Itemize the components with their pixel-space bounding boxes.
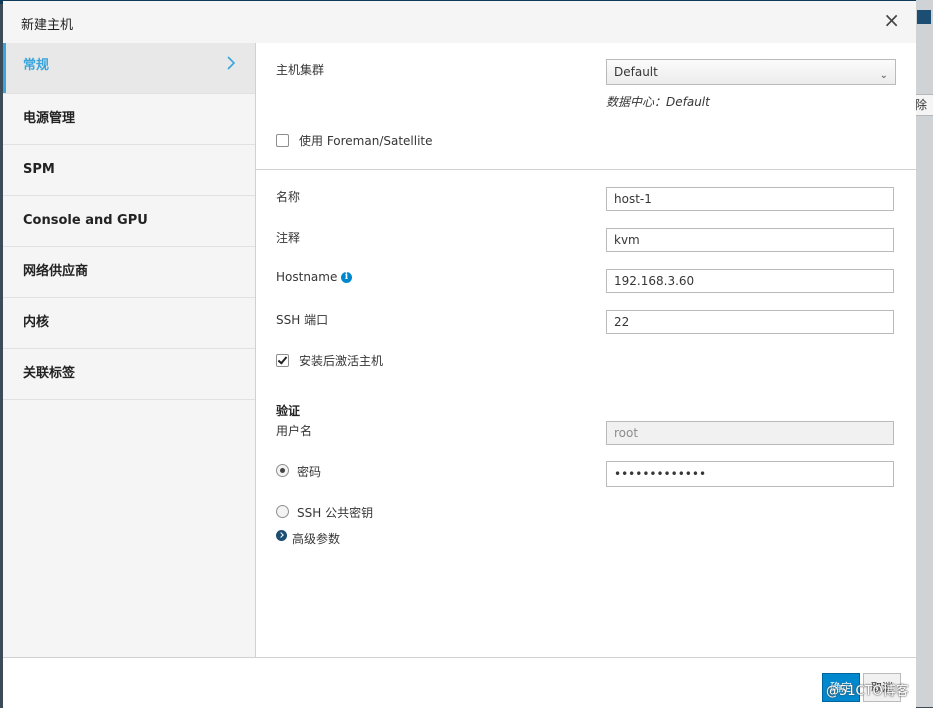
comment-input[interactable]	[606, 228, 894, 252]
sidebar-item-label: 关联标签	[23, 366, 76, 381]
sidebar-item-kernel[interactable]: 内核	[3, 298, 255, 349]
activate-after-install-checkbox[interactable]	[276, 354, 289, 367]
ssh-port-input[interactable]	[606, 310, 894, 334]
password-radio[interactable]	[276, 464, 289, 477]
foreman-checkbox[interactable]	[276, 134, 289, 147]
section-divider	[256, 169, 916, 170]
sidebar-item-console-gpu[interactable]: Console and GPU	[3, 196, 255, 247]
auth-section-title: 验证	[276, 404, 301, 418]
username-input[interactable]	[606, 421, 894, 445]
expand-icon[interactable]	[276, 530, 287, 541]
name-input[interactable]	[606, 187, 894, 211]
ssh-key-label: SSH 公共密钥	[297, 506, 374, 520]
chevron-right-icon	[227, 56, 236, 70]
info-icon[interactable]: i	[341, 272, 352, 283]
new-host-dialog: 新建主机 × 常规 电源管理 SPM Console and GPU 网络供应商…	[3, 1, 916, 708]
cluster-select[interactable]: Default ⌄	[606, 59, 896, 85]
name-label: 名称	[276, 190, 301, 204]
hostname-label: Hostname	[276, 270, 338, 284]
username-label: 用户名	[276, 424, 313, 438]
ssh-key-radio[interactable]	[276, 505, 289, 518]
dialog-title: 新建主机	[21, 18, 74, 33]
foreman-label: 使用 Foreman/Satellite	[299, 134, 433, 148]
cluster-select-value: Default	[614, 65, 658, 79]
watermark: @51CTO博客	[826, 684, 909, 699]
advanced-params-toggle[interactable]: 高级参数	[292, 530, 340, 547]
general-tab-content: 主机集群 Default ⌄ 数据中心：Default 使用 Foreman/S…	[256, 43, 916, 657]
dialog-sidebar: 常规 电源管理 SPM Console and GPU 网络供应商 内核 关联标…	[3, 43, 256, 657]
sidebar-item-label: 网络供应商	[23, 264, 89, 279]
sidebar-item-power-management[interactable]: 电源管理	[3, 94, 255, 145]
hostname-input[interactable]	[606, 269, 894, 293]
password-input[interactable]	[606, 461, 894, 487]
background-delete-button: 除	[914, 94, 933, 116]
sidebar-item-label: SPM	[23, 162, 55, 177]
sidebar-item-spm[interactable]: SPM	[3, 145, 255, 196]
cluster-label: 主机集群	[276, 63, 325, 77]
sidebar-item-network-provider[interactable]: 网络供应商	[3, 247, 255, 298]
sidebar-item-affinity-labels[interactable]: 关联标签	[3, 349, 255, 400]
dialog-footer: 确定 取消	[3, 657, 916, 708]
activate-after-install-label: 安装后激活主机	[299, 354, 384, 368]
sidebar-item-general[interactable]: 常规	[3, 43, 255, 94]
password-label: 密码	[297, 465, 322, 479]
sidebar-item-label: 电源管理	[23, 111, 76, 126]
ssh-port-label: SSH 端口	[276, 313, 329, 327]
dialog-header: 新建主机 ×	[3, 1, 916, 43]
close-icon[interactable]: ×	[883, 10, 900, 30]
sidebar-item-label: Console and GPU	[23, 213, 148, 228]
sidebar-item-label: 内核	[23, 315, 50, 330]
sidebar-item-label: 常规	[23, 58, 50, 73]
chevron-down-icon: ⌄	[879, 70, 888, 81]
datacenter-hint: 数据中心：Default	[606, 95, 710, 109]
bookmark-icon	[917, 10, 931, 24]
comment-label: 注释	[276, 231, 301, 245]
